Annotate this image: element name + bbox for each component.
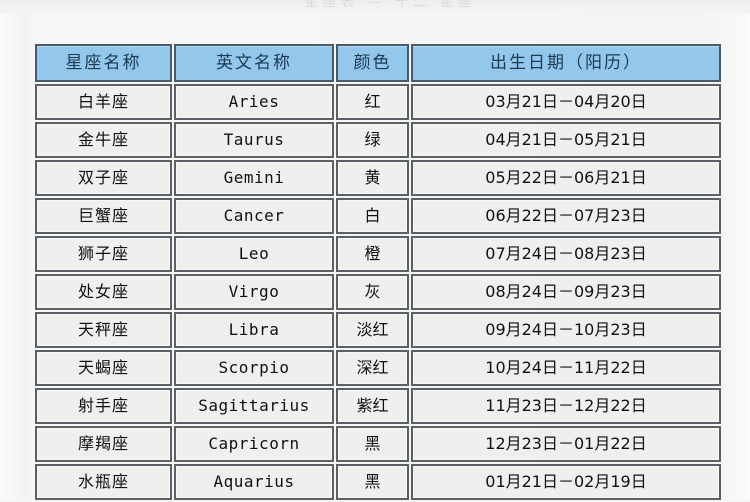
color-cell: 黄 [336, 160, 409, 196]
table-body: 白羊座 Aries 红 03月21日－04月20日 金牛座 Taurus 绿 04月21日－0… [35, 84, 721, 500]
color-cell: 橙 [336, 236, 409, 272]
english-name-cell: Scorpio [174, 350, 334, 386]
zodiac-table: 星座名称 英文名称 颜色 出生日期（阳历） 白羊座 Aries 红 03月21日－04… [33, 42, 723, 502]
english-name-cell: Aries [174, 84, 334, 120]
birth-date-cell: 04月21日－05月21日 [411, 122, 721, 158]
birth-date-cell: 12月23日－01月22日 [411, 426, 721, 462]
birth-date-cell: 01月21日－02月19日 [411, 464, 721, 500]
table-header: 星座名称 英文名称 颜色 出生日期（阳历） [35, 44, 721, 82]
zodiac-name-cell: 处女座 [35, 274, 172, 310]
english-name-cell: Virgo [174, 274, 334, 310]
english-name-cell: Libra [174, 312, 334, 348]
color-cell: 淡红 [336, 312, 409, 348]
birth-date-cell: 03月21日－04月20日 [411, 84, 721, 120]
zodiac-name-cell: 水瓶座 [35, 464, 172, 500]
table-row: 双子座 Gemini 黄 05月22日－06月21日 [35, 160, 721, 196]
zodiac-name-cell: 白羊座 [35, 84, 172, 120]
table-row: 巨蟹座 Cancer 白 06月22日－07月23日 [35, 198, 721, 234]
table-row: 处女座 Virgo 灰 08月24日－09月23日 [35, 274, 721, 310]
zodiac-name-cell: 金牛座 [35, 122, 172, 158]
zodiac-name-cell: 摩羯座 [35, 426, 172, 462]
birth-date-cell: 06月22日－07月23日 [411, 198, 721, 234]
table-row: 射手座 Sagittarius 紫红 11月23日－12月22日 [35, 388, 721, 424]
english-name-cell: Leo [174, 236, 334, 272]
table-row: 天蝎座 Scorpio 深红 10月24日－11月22日 [35, 350, 721, 386]
top-cutoff-text-strip: 星座表 — 十二 星座 [0, 0, 750, 14]
zodiac-name-cell: 狮子座 [35, 236, 172, 272]
table-row: 摩羯座 Capricorn 黑 12月23日－01月22日 [35, 426, 721, 462]
cutoff-heading-remnant: 星座表 — 十二 星座 [305, 0, 477, 10]
birth-date-cell: 09月24日－10月23日 [411, 312, 721, 348]
english-name-cell: Capricorn [174, 426, 334, 462]
birth-date-cell: 05月22日－06月21日 [411, 160, 721, 196]
column-header-zodiac-name: 星座名称 [35, 44, 172, 82]
birth-date-cell: 08月24日－09月23日 [411, 274, 721, 310]
color-cell: 白 [336, 198, 409, 234]
english-name-cell: Cancer [174, 198, 334, 234]
table-row: 狮子座 Leo 橙 07月24日－08月23日 [35, 236, 721, 272]
color-cell: 绿 [336, 122, 409, 158]
color-cell: 深红 [336, 350, 409, 386]
english-name-cell: Sagittarius [174, 388, 334, 424]
birth-date-cell: 11月23日－12月22日 [411, 388, 721, 424]
zodiac-name-cell: 天秤座 [35, 312, 172, 348]
birth-date-cell: 07月24日－08月23日 [411, 236, 721, 272]
english-name-cell: Aquarius [174, 464, 334, 500]
zodiac-name-cell: 天蝎座 [35, 350, 172, 386]
table-row: 金牛座 Taurus 绿 04月21日－05月21日 [35, 122, 721, 158]
zodiac-name-cell: 巨蟹座 [35, 198, 172, 234]
zodiac-name-cell: 射手座 [35, 388, 172, 424]
table-header-row: 星座名称 英文名称 颜色 出生日期（阳历） [35, 44, 721, 82]
table-row: 天秤座 Libra 淡红 09月24日－10月23日 [35, 312, 721, 348]
table-row: 水瓶座 Aquarius 黑 01月21日－02月19日 [35, 464, 721, 500]
color-cell: 黑 [336, 426, 409, 462]
column-header-color: 颜色 [336, 44, 409, 82]
document-page: 星座表 — 十二 星座 星座名称 英文名称 颜色 出生日期（阳历） 白羊座 Ari… [0, 0, 750, 500]
color-cell: 红 [336, 84, 409, 120]
english-name-cell: Taurus [174, 122, 334, 158]
column-header-english-name: 英文名称 [174, 44, 334, 82]
color-cell: 灰 [336, 274, 409, 310]
color-cell: 黑 [336, 464, 409, 500]
zodiac-name-cell: 双子座 [35, 160, 172, 196]
english-name-cell: Gemini [174, 160, 334, 196]
color-cell: 紫红 [336, 388, 409, 424]
table-row: 白羊座 Aries 红 03月21日－04月20日 [35, 84, 721, 120]
column-header-birth-date: 出生日期（阳历） [411, 44, 721, 82]
birth-date-cell: 10月24日－11月22日 [411, 350, 721, 386]
